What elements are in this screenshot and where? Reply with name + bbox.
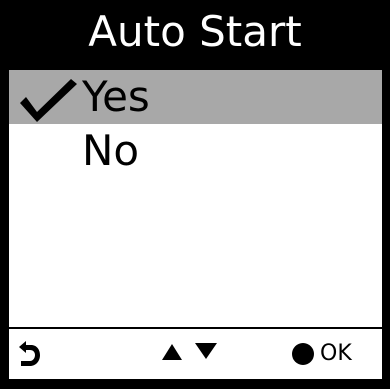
back-arrow-icon[interactable] (17, 341, 41, 367)
title-bar: Auto Start (0, 0, 390, 68)
down-triangle-icon (195, 343, 217, 359)
option-label: No (82, 126, 140, 175)
option-no[interactable]: No (9, 124, 382, 178)
checkmark-icon (20, 79, 77, 122)
option-yes[interactable]: Yes (9, 70, 382, 124)
up-triangle-icon (162, 344, 182, 360)
device-screen-frame: Auto Start Yes No OK (0, 0, 390, 389)
menu-screen: Yes No OK (9, 70, 382, 379)
option-label: Yes (82, 72, 150, 121)
option-list: Yes No (9, 70, 382, 178)
filled-circle-icon (292, 343, 314, 365)
ok-label: OK (320, 341, 352, 366)
page-title: Auto Start (88, 7, 302, 56)
ok-button-hint[interactable]: OK (292, 338, 352, 370)
up-down-nav-icons[interactable] (159, 340, 229, 362)
button-hint-bar: OK (9, 329, 382, 379)
